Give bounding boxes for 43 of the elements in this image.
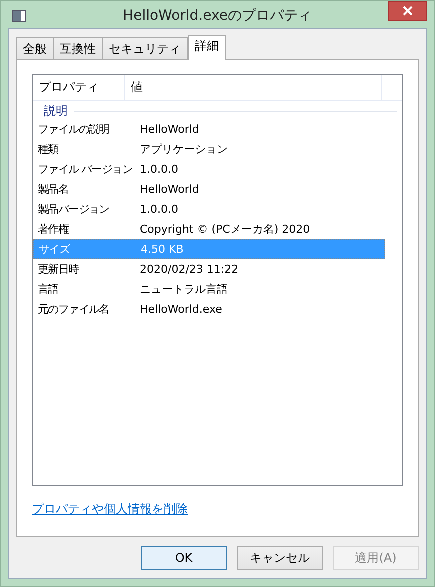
table-row[interactable]: 更新日時 2020/02/23 11:22: [33, 259, 385, 279]
table-row[interactable]: 元のファイル名 HelloWorld.exe: [33, 299, 385, 319]
tab[interactable]: 互換性: [53, 37, 103, 59]
table-row[interactable]: 著作権 Copyright © (PCメーカ名) 2020: [33, 219, 385, 239]
close-icon: [402, 6, 412, 16]
property-value: 1.0.0.0: [140, 202, 178, 216]
window-icon: [12, 10, 26, 22]
property-value: アプリケーション: [140, 142, 228, 156]
table-row[interactable]: 種類 アプリケーション: [33, 139, 385, 159]
table-row[interactable]: ファイル バージョン 1.0.0.0: [33, 159, 385, 179]
close-button[interactable]: [388, 1, 427, 21]
table-row[interactable]: ファイルの説明 HelloWorld: [33, 119, 385, 139]
property-value: 2020/02/23 11:22: [140, 262, 239, 276]
property-value: Copyright © (PCメーカ名) 2020: [140, 222, 310, 236]
property-value: HelloWorld: [140, 122, 200, 136]
column-header[interactable]: 値: [125, 75, 382, 100]
table-row[interactable]: 製品バージョン 1.0.0.0: [33, 199, 385, 219]
tab[interactable]: 全般: [16, 37, 54, 59]
tab[interactable]: セキュリティ: [102, 37, 188, 59]
table-row[interactable]: 言語 ニュートラル言語: [33, 279, 385, 299]
property-name: サイズ: [38, 242, 72, 256]
property-name: ファイル バージョン: [37, 162, 134, 176]
group-header: 説明: [44, 102, 68, 120]
column-header[interactable]: プロパティ: [33, 75, 125, 100]
property-value: HelloWorld: [140, 182, 200, 196]
window-title: HelloWorld.exeのプロパティ: [123, 7, 312, 25]
property-value: 4.50 KB: [141, 242, 184, 256]
property-name: ファイルの説明: [37, 122, 110, 136]
property-name: 更新日時: [37, 262, 80, 276]
property-name: 種類: [37, 142, 60, 156]
property-name: 元のファイル名: [37, 302, 110, 316]
property-name: 言語: [37, 282, 60, 296]
dialog-button[interactable]: OK: [141, 546, 227, 570]
property-name: 製品バージョン: [37, 202, 110, 216]
dialog-button[interactable]: キャンセル: [237, 546, 323, 570]
property-value: 1.0.0.0: [140, 162, 178, 176]
remove-properties-link[interactable]: プロパティや個人情報を削除: [32, 501, 188, 518]
tab[interactable]: 詳細: [188, 35, 226, 60]
table-row[interactable]: 製品名 HelloWorld: [33, 179, 385, 199]
property-name: 製品名: [37, 182, 70, 196]
property-name: 著作権: [37, 222, 70, 236]
property-value: ニュートラル言語: [140, 282, 228, 296]
property-value: HelloWorld.exe: [140, 302, 222, 316]
